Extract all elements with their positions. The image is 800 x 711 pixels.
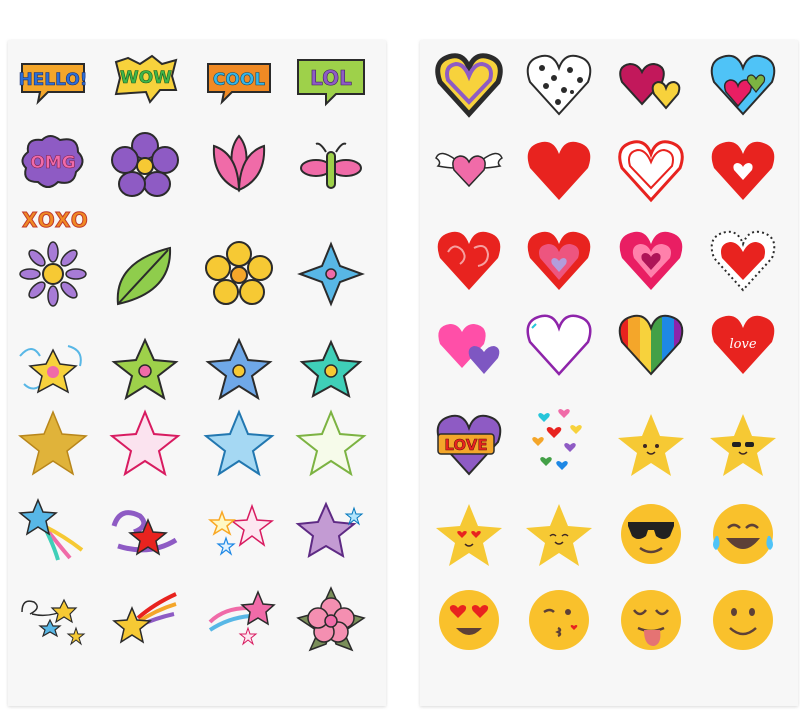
swirl-star-sticker <box>110 496 180 560</box>
left-sticker-sheet: HELLO! WOW COOL LOL OMG XOXO <box>8 40 386 706</box>
shooting-star-sticker <box>18 496 88 561</box>
gold-star-sticker <box>18 410 88 476</box>
love-script-text: love <box>729 337 756 352</box>
right-sticker-sheet: love LOVE <box>420 40 798 706</box>
polka-dot-heart-sticker <box>524 52 594 116</box>
dotted-border-heart-sticker <box>708 228 778 292</box>
blue-hearts-sticker <box>708 52 778 116</box>
cool-text: COOL <box>213 70 265 90</box>
heart-eyes-star-sticker <box>434 502 504 566</box>
happy-star-sticker <box>524 502 594 566</box>
green-flower-sticker <box>110 336 180 401</box>
hollow-heart-sticker <box>708 138 778 202</box>
wow-text: WOW <box>120 68 172 88</box>
sunglasses-emoji-sticker <box>616 502 686 566</box>
pink-purple-hearts-sticker <box>434 312 504 376</box>
wow-word-sticker: WOW <box>110 50 180 114</box>
love-script-heart-sticker: love <box>708 312 778 376</box>
pink-tulip-sticker <box>204 132 274 196</box>
omg-text: OMG <box>30 153 75 173</box>
pink-star-sticker <box>109 409 181 477</box>
hello-text: HELLO! <box>18 70 87 90</box>
love-word-text: LOVE <box>444 436 487 454</box>
purple-star-sticker <box>295 496 366 560</box>
smiling-emoji-sticker <box>708 588 778 652</box>
double-heart-sticker <box>616 52 686 116</box>
tongue-out-emoji-sticker <box>616 588 686 652</box>
purple-daisy-sticker <box>18 241 88 307</box>
yellow-flower-sticker <box>204 241 274 306</box>
heart-eyes-emoji-sticker <box>434 588 504 652</box>
tears-of-joy-emoji-sticker <box>708 502 778 566</box>
pink-swirl-heart-sticker <box>616 228 686 292</box>
green-outline-star-sticker <box>295 409 367 477</box>
cool-word-sticker: COOL <box>204 50 274 114</box>
lol-word-sticker: LOL <box>296 50 366 114</box>
teal-flower-sticker <box>296 336 366 400</box>
blue-flower-sticker <box>204 336 274 401</box>
kissing-wink-emoji-sticker <box>524 588 594 652</box>
blue-star-flower-sticker <box>296 241 366 307</box>
dragonfly-sticker <box>296 132 366 196</box>
blue-sketch-star-sticker <box>203 409 275 477</box>
hello-word-sticker: HELLO! <box>18 50 88 114</box>
purple-flower-sticker <box>110 132 180 197</box>
pink-shooting-star-sticker <box>204 588 276 652</box>
love-word-heart-sticker: LOVE <box>434 412 504 476</box>
pink-flower-leaves-sticker <box>296 586 366 652</box>
red-heart-sticker <box>524 138 594 202</box>
smiling-star-sticker <box>616 412 686 476</box>
striped-heart-sticker <box>434 52 504 118</box>
purple-outline-heart-sticker <box>524 312 594 376</box>
rainbow-shooting-star-sticker <box>110 588 180 652</box>
swirl-flower-sticker <box>18 336 88 400</box>
outline-heart-sticker <box>616 138 686 203</box>
swirl-stars-sticker <box>18 588 88 652</box>
omg-word-sticker: OMG <box>18 132 88 196</box>
outline-stars-cluster-sticker <box>204 496 275 560</box>
winged-heart-sticker <box>434 138 504 202</box>
scattered-hearts-sticker <box>524 409 594 476</box>
layered-heart-sticker <box>524 228 594 292</box>
xoxo-sticker: XOXO <box>22 208 89 233</box>
rainbow-heart-sticker <box>616 312 686 376</box>
sunglasses-star-sticker <box>708 412 778 476</box>
lol-text: LOL <box>310 66 352 90</box>
swirl-heart-sticker <box>434 228 504 292</box>
green-leaf-sticker <box>110 242 180 306</box>
